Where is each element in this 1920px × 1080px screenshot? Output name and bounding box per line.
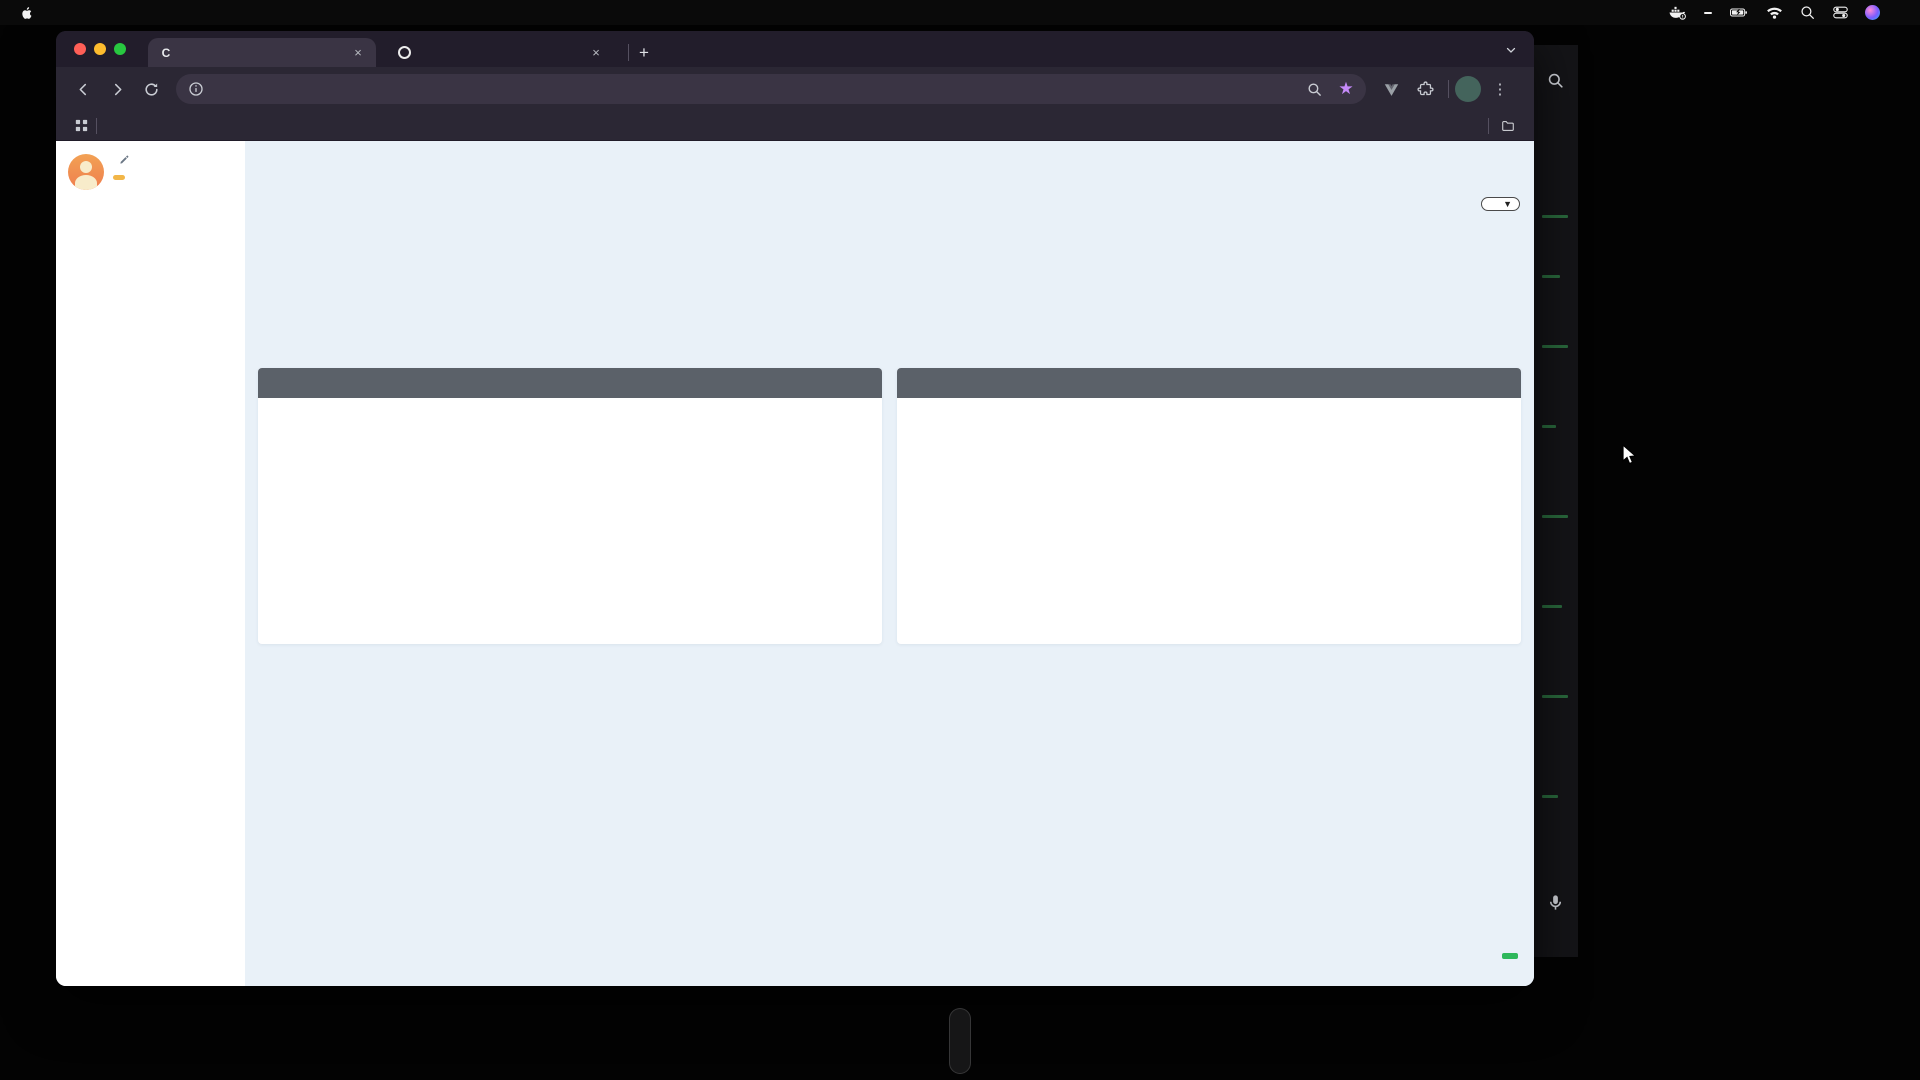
chrome-menu-icon[interactable]: ⋮	[1487, 76, 1513, 102]
chatgpt-favicon	[396, 45, 412, 61]
edit-pencil-icon[interactable]	[119, 154, 130, 165]
sales-chart-body	[897, 398, 1521, 644]
wifi-icon[interactable]	[1766, 4, 1783, 21]
search-tabs-icon[interactable]	[1304, 79, 1324, 99]
payments-panel-title	[258, 368, 882, 398]
bottom-cards-row	[258, 808, 1521, 937]
menu-bar	[0, 0, 1920, 25]
folder-icon	[1501, 119, 1515, 133]
summary-cards-row	[258, 238, 1521, 341]
desktop: C × × + ★	[0, 0, 1920, 1080]
environment-badge	[1502, 953, 1518, 959]
chevron-down-icon: ▼	[1503, 199, 1512, 209]
user-profile	[56, 141, 245, 196]
menubar-status	[1668, 4, 1906, 21]
bookmarks-separator	[96, 118, 97, 134]
apps-grid-icon[interactable]	[68, 113, 94, 139]
month-filter: ▼	[1476, 197, 1520, 211]
minimize-window-button[interactable]	[94, 43, 106, 55]
bookmark-star-icon[interactable]: ★	[1336, 79, 1356, 99]
search-icon	[1546, 71, 1565, 90]
close-window-button[interactable]	[74, 43, 86, 55]
siri-icon[interactable]	[1865, 5, 1880, 20]
battery-icon[interactable]	[1728, 4, 1750, 21]
reload-button[interactable]	[138, 76, 164, 102]
sales-chart-title	[897, 368, 1521, 398]
chrome-window: C × × + ★	[56, 31, 1534, 986]
extensions-icon[interactable]	[1412, 76, 1438, 102]
mouse-cursor	[1622, 444, 1639, 466]
bookmarks-bar	[56, 111, 1534, 141]
back-button[interactable]	[70, 76, 96, 102]
docker-menubar-icon[interactable]	[1668, 4, 1688, 21]
forward-button[interactable]	[104, 76, 130, 102]
avatar[interactable]	[68, 154, 104, 190]
address-bar[interactable]: ★	[176, 74, 1366, 104]
tab-strip: C × × +	[56, 31, 1534, 67]
apple-logo-icon[interactable]	[20, 5, 34, 21]
site-info-icon[interactable]	[188, 81, 204, 97]
spotlight-icon[interactable]	[1799, 4, 1816, 21]
close-tab-icon[interactable]: ×	[588, 45, 604, 60]
tab-credit[interactable]: C ×	[148, 38, 376, 67]
credit-favicon: C	[158, 45, 174, 61]
tab-search-button[interactable]	[1502, 41, 1520, 59]
close-tab-icon[interactable]: ×	[350, 45, 366, 60]
zoom-window-button[interactable]	[114, 43, 126, 55]
toolbar-separator	[1448, 80, 1449, 98]
sales-line-chart	[903, 414, 1511, 640]
tab-chatgpt[interactable]: ×	[386, 38, 614, 67]
control-center-icon[interactable]	[1832, 4, 1849, 21]
browser-toolbar: ★ ⋮	[56, 67, 1534, 111]
payments-panel	[258, 368, 882, 644]
profile-avatar[interactable]	[1455, 76, 1481, 102]
month-select[interactable]: ▼	[1481, 197, 1520, 211]
store-badge	[113, 175, 125, 180]
dock	[949, 1008, 971, 1074]
all-bookmarks-button[interactable]	[1501, 119, 1522, 133]
panels-row	[258, 368, 1521, 644]
window-controls	[74, 43, 126, 55]
sales-chart-panel	[897, 368, 1521, 644]
dashboard-page: ▼	[56, 141, 1534, 986]
bookmarks-separator-2	[1488, 118, 1489, 134]
main-content: ▼	[245, 141, 1534, 986]
new-tab-button[interactable]: +	[639, 43, 649, 63]
payments-rows	[258, 398, 882, 644]
microphone-icon	[1546, 893, 1565, 912]
background-window-edge[interactable]	[1534, 45, 1578, 957]
vue-devtools-icon[interactable]	[1378, 76, 1404, 102]
mid-cards-row	[258, 661, 1521, 790]
sidebar	[56, 141, 245, 986]
tab-separator	[628, 44, 629, 61]
input-source-badge[interactable]	[1704, 12, 1712, 14]
